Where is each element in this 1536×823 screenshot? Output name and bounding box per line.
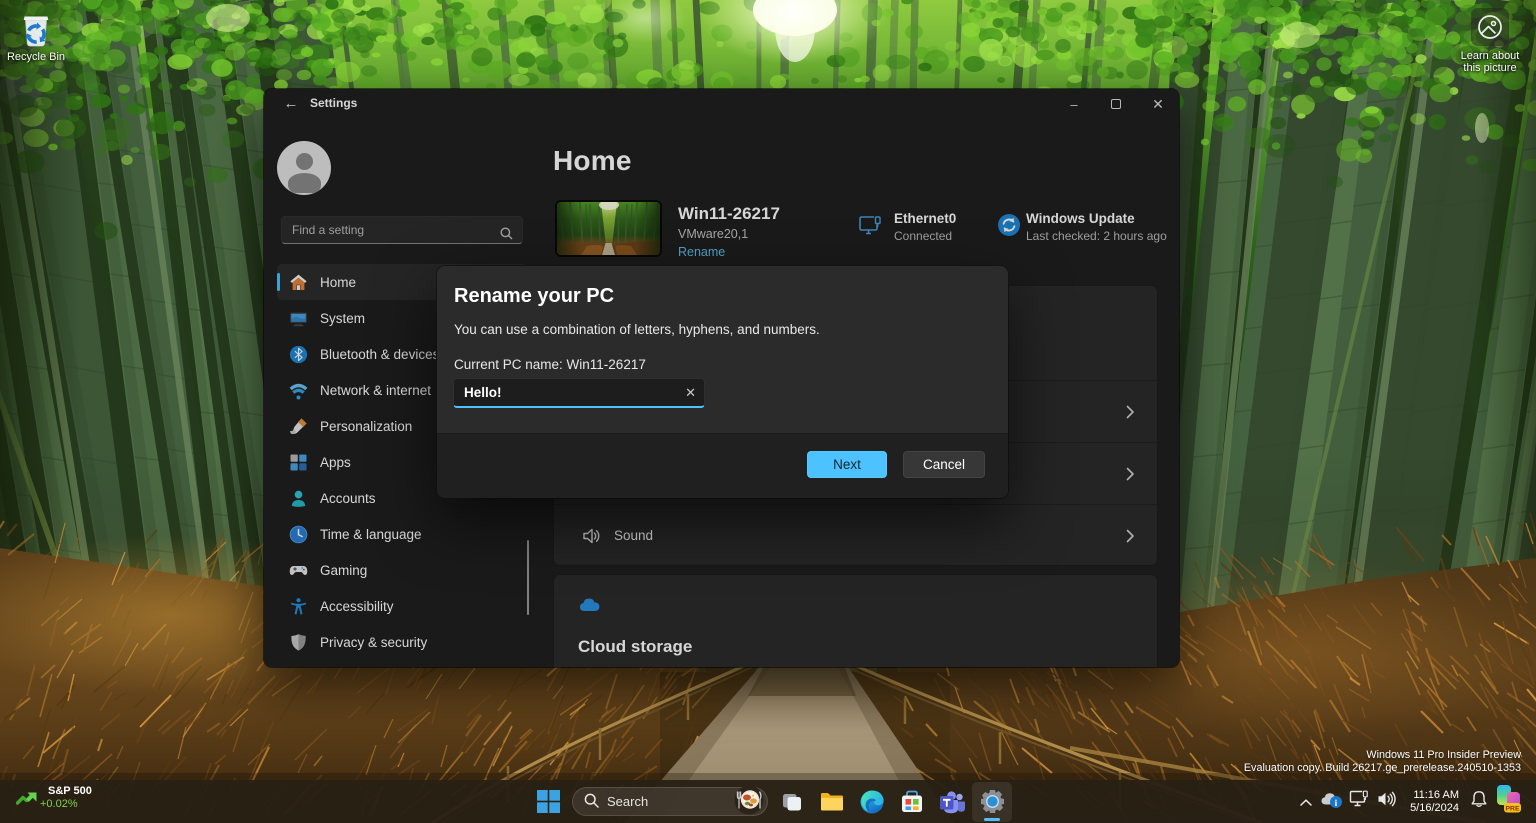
svg-text:i: i — [1335, 799, 1338, 809]
svg-text:PRE: PRE — [1506, 805, 1520, 812]
